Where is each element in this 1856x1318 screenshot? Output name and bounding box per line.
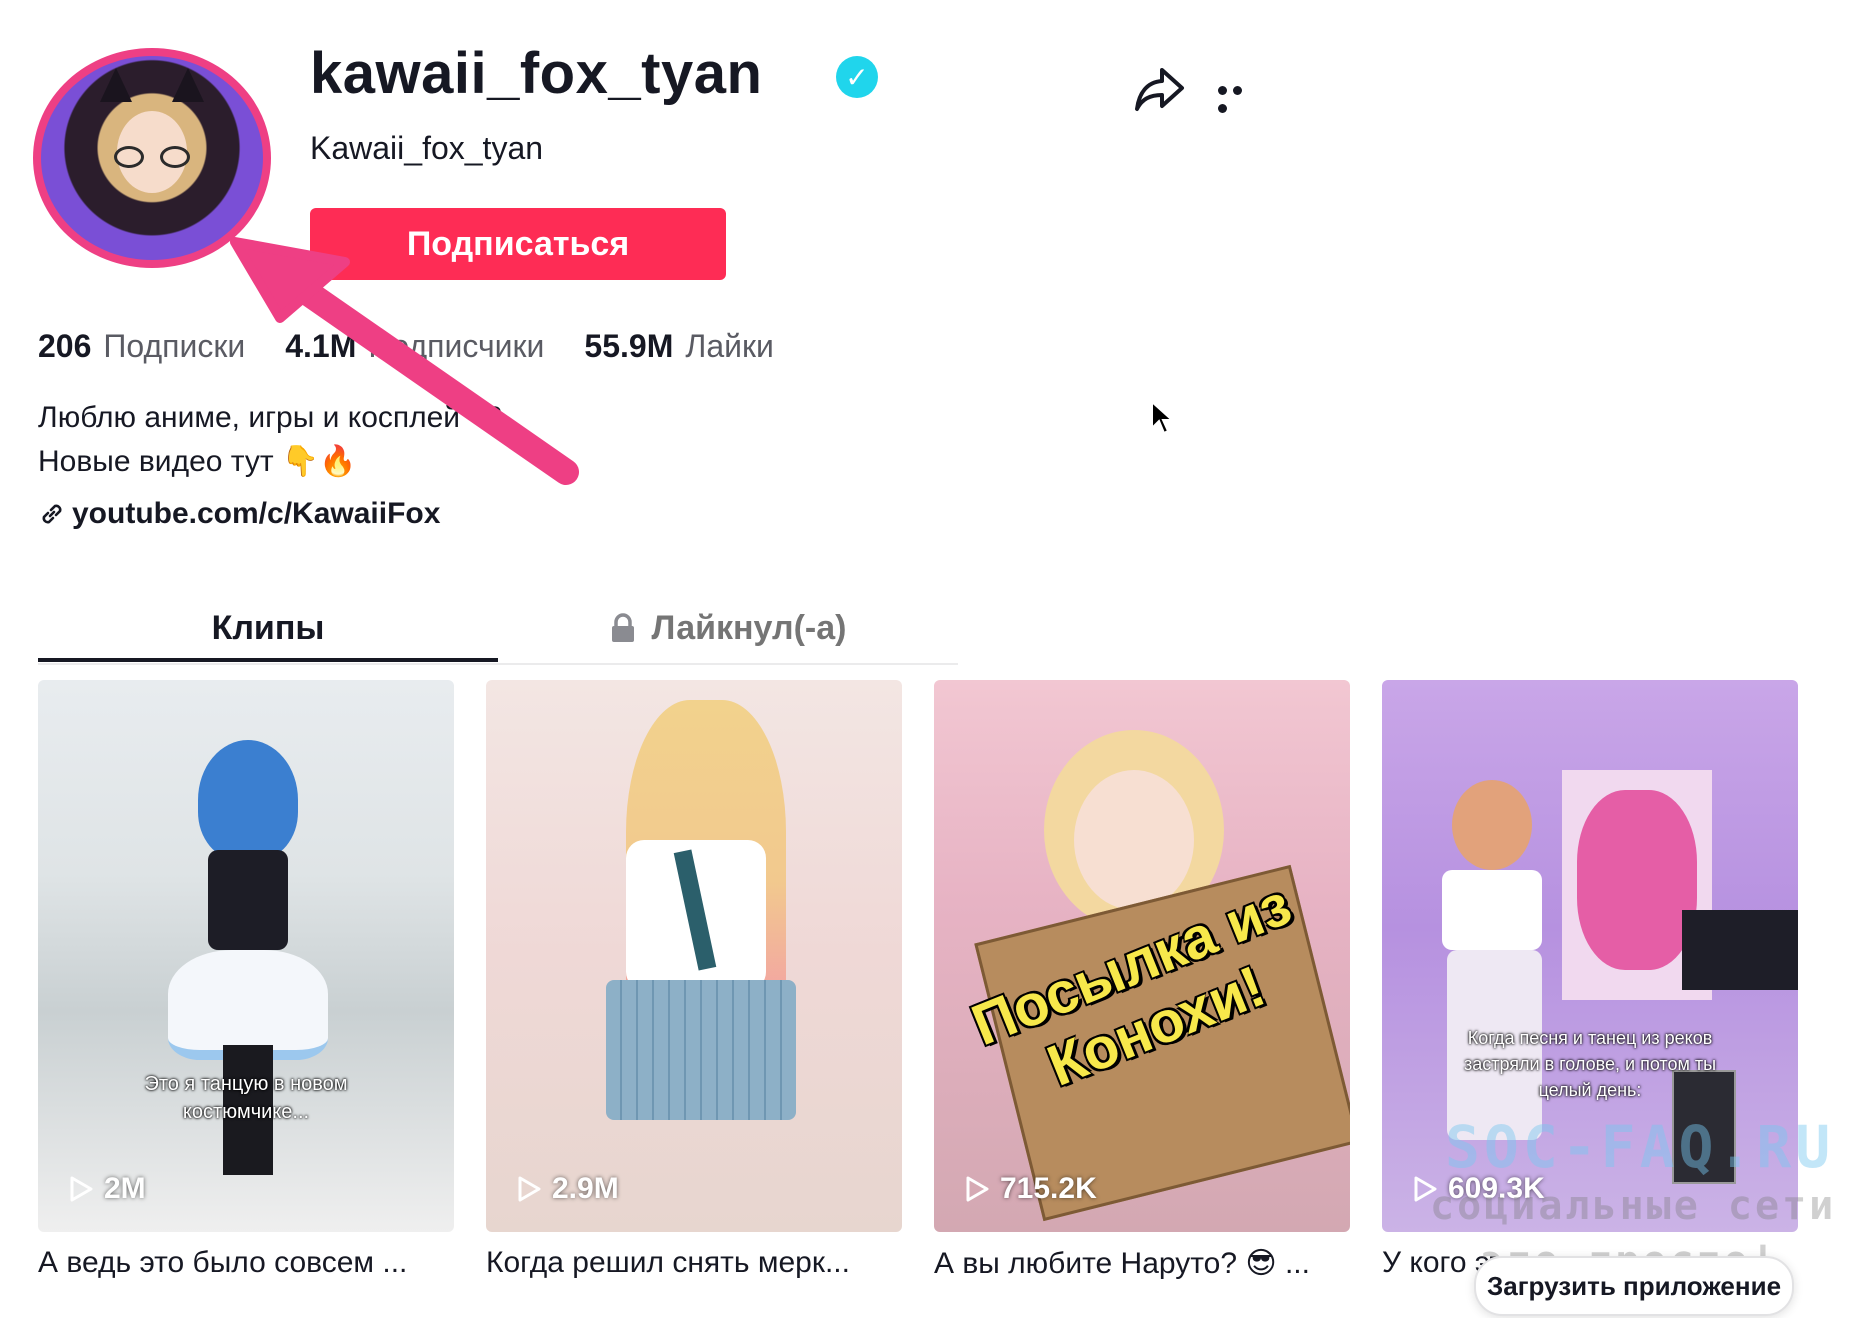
video-thumbnail — [486, 680, 902, 1232]
bio-line-1: Люблю аниме, игры и косплей <3 — [38, 401, 503, 434]
following-count[interactable]: 206 Подписки — [38, 328, 245, 365]
followers-label: Подписчики — [368, 328, 545, 364]
video-views: 2.9M — [516, 1172, 619, 1206]
following-label: Подписки — [103, 328, 246, 364]
view-count: 715.2K — [1000, 1172, 1097, 1205]
video-thumbnail — [38, 680, 454, 1232]
play-icon — [518, 1176, 541, 1202]
video-title[interactable]: А ведь это было совсем ... — [38, 1246, 454, 1280]
profile-avatar[interactable] — [33, 48, 271, 268]
video-overlay-text: Когда песня и танец из реков застряли в … — [1463, 1028, 1717, 1100]
share-icon[interactable] — [1134, 64, 1186, 114]
likes-value: 55.9M — [584, 328, 674, 364]
view-count: 2.9M — [552, 1172, 619, 1205]
download-app-button[interactable]: Загрузить приложение — [1474, 1256, 1794, 1316]
video-title[interactable]: А вы любите Наруто? 😎 ... — [934, 1246, 1350, 1281]
following-value: 206 — [38, 328, 92, 364]
likes-count: 55.9M Лайки — [584, 328, 773, 365]
more-options-icon[interactable] — [1218, 82, 1262, 113]
verified-badge-icon: ✓ — [836, 56, 878, 98]
video-overlay-text: Это я танцую в новом костюмчике... — [144, 1073, 348, 1123]
cat-ears-headphones — [92, 68, 212, 106]
active-tab-indicator — [38, 658, 498, 662]
link-text: youtube.com/c/KawaiiFox — [72, 497, 441, 530]
tab-liked[interactable]: Лайкнул(-а) — [498, 595, 958, 661]
watermark-line-1: SOC-FAQ.RU — [1445, 1113, 1835, 1181]
profile-link[interactable]: youtube.com/c/KawaiiFox — [38, 497, 440, 531]
profile-username: kawaii_fox_tyan — [310, 41, 763, 106]
view-count: 2M — [104, 1172, 146, 1205]
profile-tabs: Клипы Лайкнул(-а) — [38, 595, 958, 665]
video-card[interactable]: Посылка из Конохи! 715.2K — [934, 680, 1350, 1232]
lock-icon — [612, 613, 635, 642]
tab-clips-label: Клипы — [211, 608, 325, 647]
followers-value: 4.1M — [285, 328, 357, 364]
play-icon — [966, 1176, 989, 1202]
tab-clips[interactable]: Клипы — [38, 595, 498, 661]
link-icon — [42, 504, 62, 524]
profile-nickname: Kawaii_fox_tyan — [310, 130, 544, 166]
follow-button[interactable]: Подписаться — [310, 208, 726, 280]
followers-count[interactable]: 4.1M Подписчики — [285, 328, 544, 365]
watermark-line-2: социальные сети — [1430, 1183, 1837, 1229]
video-title[interactable]: Когда решил снять мерк... — [486, 1246, 902, 1280]
profile-bio: Люблю аниме, игры и косплей <3 Новые вид… — [38, 396, 503, 484]
video-views: 715.2K — [964, 1172, 1097, 1206]
video-card[interactable]: 2.9M — [486, 680, 902, 1232]
avatar-glasses — [114, 145, 190, 170]
play-icon — [70, 1176, 93, 1202]
mouse-cursor-icon — [1151, 400, 1174, 435]
video-views: 2M — [68, 1172, 146, 1206]
profile-stats: 206 Подписки 4.1M Подписчики 55.9M Лайки — [38, 328, 774, 365]
likes-label: Лайки — [685, 328, 774, 364]
tab-liked-label: Лайкнул(-а) — [651, 608, 847, 647]
video-card[interactable]: Это я танцую в новом костюмчике... 2M — [38, 680, 454, 1232]
bio-line-2: Новые видео тут 👇🔥 — [38, 445, 357, 478]
